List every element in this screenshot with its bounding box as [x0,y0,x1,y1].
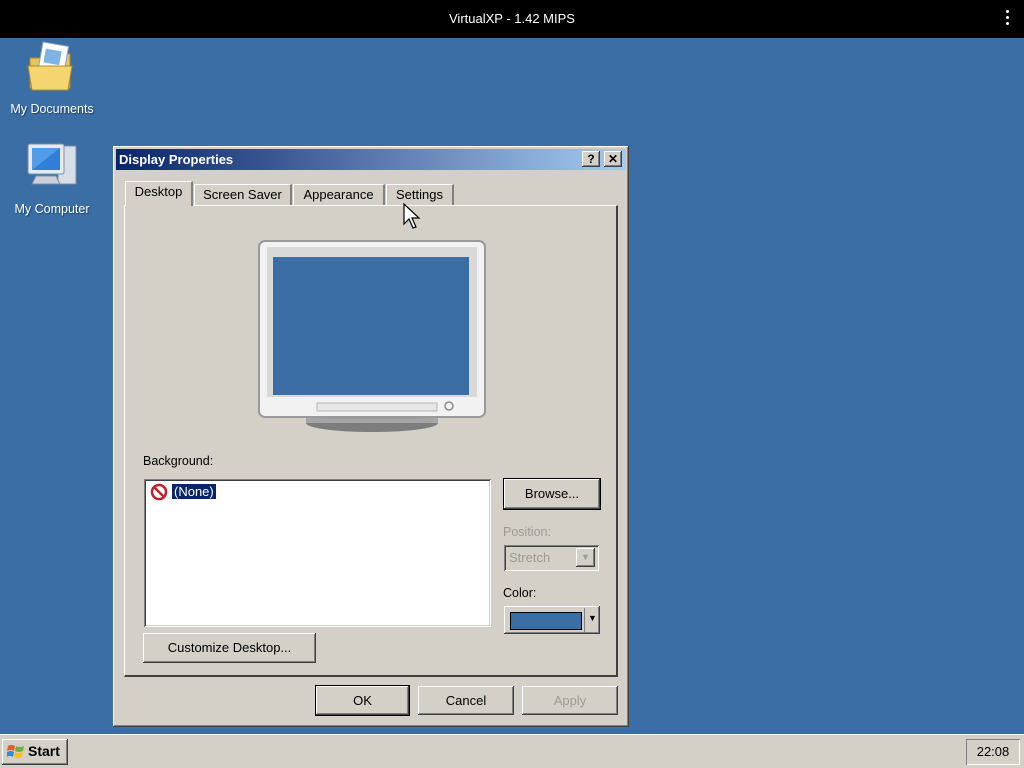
desktop-icon-my-documents[interactable]: My Documents [0,40,104,116]
ok-button[interactable]: OK [315,685,410,716]
dialog-title-bar[interactable]: Display Properties ? ✕ [116,149,626,170]
chevron-down-icon: ▼ [576,548,595,567]
mouse-cursor-icon [403,203,421,229]
emulator-title: VirtualXP - 1.42 MIPS [449,11,575,26]
computer-icon [27,143,77,185]
position-select: Stretch ▼ [504,545,599,571]
start-label: Start [28,743,60,759]
none-icon [150,483,168,501]
position-value: Stretch [509,550,551,565]
list-item-label: (None) [171,483,217,500]
preview-screen [273,257,469,395]
color-label: Color: [503,586,537,600]
help-button[interactable]: ? [582,151,600,167]
apply-button[interactable]: Apply [522,686,618,715]
background-label: Background: [143,454,214,468]
tab-screen-saver[interactable]: Screen Saver [194,184,292,206]
browse-button[interactable]: Browse... [503,478,601,510]
cancel-button[interactable]: Cancel [418,686,514,715]
chevron-down-icon: ▼ [588,613,597,623]
color-picker-button[interactable]: ▼ [504,606,600,634]
desktop-icon-my-computer[interactable]: My Computer [0,140,104,216]
system-clock: 22:08 [966,739,1020,765]
folder-documents-icon [27,41,73,91]
windows-logo-icon [7,745,24,758]
background-list[interactable]: (None) [144,479,491,627]
desktop-icon-label: My Computer [14,202,90,216]
monitor-preview [258,240,486,432]
emulator-title-bar: VirtualXP - 1.42 MIPS [0,0,1024,38]
display-properties-dialog: Display Properties ? ✕ Desktop Screen Sa… [113,146,629,727]
taskbar: Start 22:08 [0,734,1024,768]
customize-desktop-button[interactable]: Customize Desktop... [143,633,316,663]
more-vert-icon[interactable] [1006,10,1010,28]
dialog-title: Display Properties [119,152,234,167]
tab-appearance[interactable]: Appearance [293,184,385,206]
start-button[interactable]: Start [2,739,68,765]
color-swatch [510,612,582,630]
close-button[interactable]: ✕ [604,151,622,167]
desktop-icon-label: My Documents [10,102,94,116]
close-icon: ✕ [607,152,619,166]
position-label: Position: [503,525,551,539]
tab-desktop[interactable]: Desktop [125,181,193,206]
